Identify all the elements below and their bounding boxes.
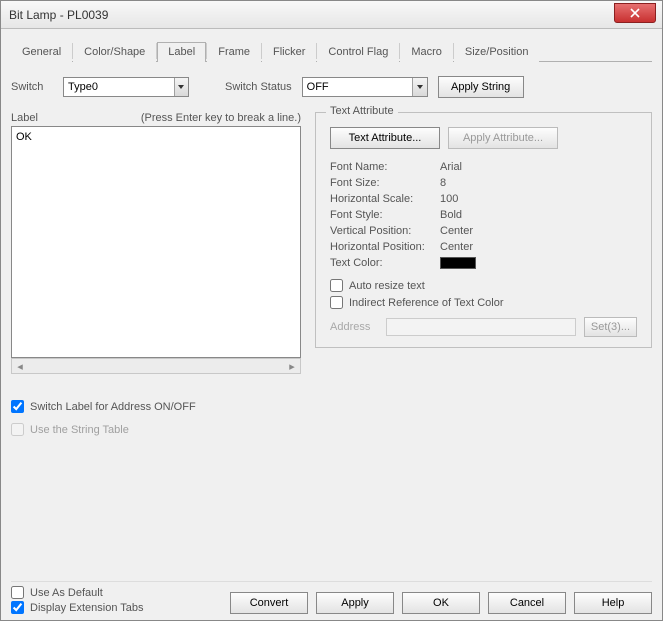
switch-label-onoff-input[interactable] [11, 400, 24, 413]
switch-label-onoff-label: Switch Label for Address ON/OFF [30, 401, 196, 413]
display-ext-tabs-checkbox[interactable]: Display Extension Tabs [11, 601, 144, 614]
font-style-value: Bold [440, 209, 637, 221]
vpos-label: Vertical Position: [330, 225, 440, 237]
font-style-label: Font Style: [330, 209, 440, 221]
label-header: Label (Press Enter key to break a line.) [11, 112, 301, 124]
close-button[interactable] [614, 3, 656, 23]
set-button: Set(3)... [584, 317, 637, 337]
label-column: Label (Press Enter key to break a line.)… [11, 112, 301, 374]
tab-control-flag[interactable]: Control Flag [317, 42, 399, 62]
switch-status-combo[interactable] [302, 77, 428, 97]
display-ext-tabs-label: Display Extension Tabs [30, 602, 144, 614]
font-name-value: Arial [440, 161, 637, 173]
text-attribute-buttons: Text Attribute... Apply Attribute... [330, 127, 637, 149]
main-columns: Label (Press Enter key to break a line.)… [11, 112, 652, 374]
text-attribute-column: Text Attribute Text Attribute... Apply A… [315, 112, 652, 374]
hscale-label: Horizontal Scale: [330, 193, 440, 205]
tab-general[interactable]: General [11, 42, 72, 62]
display-ext-tabs-input[interactable] [11, 601, 24, 614]
horizontal-scrollbar[interactable]: ◂ ▸ [11, 358, 301, 374]
switch-combo[interactable] [63, 77, 189, 97]
hscale-value: 100 [440, 193, 637, 205]
tab-size-position[interactable]: Size/Position [454, 42, 540, 62]
help-button[interactable]: Help [574, 592, 652, 614]
tab-flicker[interactable]: Flicker [262, 42, 316, 62]
cancel-button[interactable]: Cancel [488, 592, 566, 614]
chevron-down-icon[interactable] [412, 78, 426, 96]
use-string-table-label: Use the String Table [30, 424, 129, 436]
indirect-ref-input[interactable] [330, 296, 343, 309]
text-attribute-legend: Text Attribute [326, 105, 398, 117]
label-hint: (Press Enter key to break a line.) [141, 112, 301, 124]
window-title: Bit Lamp - PL0039 [9, 8, 108, 22]
use-string-table-checkbox: Use the String Table [11, 423, 652, 436]
tcolor-label: Text Color: [330, 257, 440, 269]
font-size-value: 8 [440, 177, 637, 189]
scroll-right-icon[interactable]: ▸ [284, 359, 300, 373]
label-caption: Label [11, 112, 38, 124]
switch-status-input[interactable] [303, 78, 413, 96]
attribute-table: Font Name: Arial Font Size: 8 Horizontal… [330, 161, 637, 269]
ok-button[interactable]: OK [402, 592, 480, 614]
address-label: Address [330, 321, 378, 333]
tab-strip: GeneralColor/ShapeLabelFrameFlickerContr… [11, 41, 652, 62]
tab-color-shape[interactable]: Color/Shape [73, 42, 156, 62]
switch-row: Switch Switch Status Apply String [11, 76, 652, 98]
auto-resize-input[interactable] [330, 279, 343, 292]
hpos-value: Center [440, 241, 637, 253]
titlebar: Bit Lamp - PL0039 [1, 1, 662, 29]
apply-attribute-button: Apply Attribute... [448, 127, 558, 149]
tab-macro[interactable]: Macro [400, 42, 453, 62]
switch-label-onoff-checkbox[interactable]: Switch Label for Address ON/OFF [11, 400, 652, 413]
use-as-default-label: Use As Default [30, 587, 103, 599]
text-attribute-group: Text Attribute Text Attribute... Apply A… [315, 112, 652, 348]
text-attribute-button[interactable]: Text Attribute... [330, 127, 440, 149]
indirect-ref-checkbox[interactable]: Indirect Reference of Text Color [330, 296, 637, 309]
bottom-left: Use As Default Display Extension Tabs [11, 586, 144, 614]
switch-input[interactable] [64, 78, 174, 96]
use-as-default-checkbox[interactable]: Use As Default [11, 586, 144, 599]
switch-status-label: Switch Status [225, 81, 292, 93]
tcolor-value [440, 257, 637, 269]
dialog-window: Bit Lamp - PL0039 GeneralColor/ShapeLabe… [0, 0, 663, 621]
auto-resize-label: Auto resize text [349, 280, 425, 292]
convert-button[interactable]: Convert [230, 592, 308, 614]
auto-resize-checkbox[interactable]: Auto resize text [330, 279, 637, 292]
client-area: GeneralColor/ShapeLabelFrameFlickerContr… [1, 29, 662, 620]
close-icon [630, 8, 640, 18]
color-swatch [440, 257, 476, 269]
apply-string-button[interactable]: Apply String [438, 76, 524, 98]
use-as-default-input[interactable] [11, 586, 24, 599]
bottom-bar: Use As Default Display Extension Tabs Co… [11, 581, 652, 614]
address-field [386, 318, 576, 336]
vpos-value: Center [440, 225, 637, 237]
switch-label: Switch [11, 81, 53, 93]
label-textarea[interactable]: OK [11, 126, 301, 358]
tab-label[interactable]: Label [157, 42, 206, 62]
font-name-label: Font Name: [330, 161, 440, 173]
bottom-buttons: Convert Apply OK Cancel Help [230, 592, 652, 614]
use-string-table-input [11, 423, 24, 436]
scroll-left-icon[interactable]: ◂ [12, 359, 28, 373]
indirect-ref-label: Indirect Reference of Text Color [349, 297, 503, 309]
hpos-label: Horizontal Position: [330, 241, 440, 253]
chevron-down-icon[interactable] [174, 78, 188, 96]
tab-frame[interactable]: Frame [207, 42, 261, 62]
address-row: Address Set(3)... [330, 317, 637, 337]
font-size-label: Font Size: [330, 177, 440, 189]
apply-button[interactable]: Apply [316, 592, 394, 614]
below-options: Switch Label for Address ON/OFF Use the … [11, 400, 652, 436]
